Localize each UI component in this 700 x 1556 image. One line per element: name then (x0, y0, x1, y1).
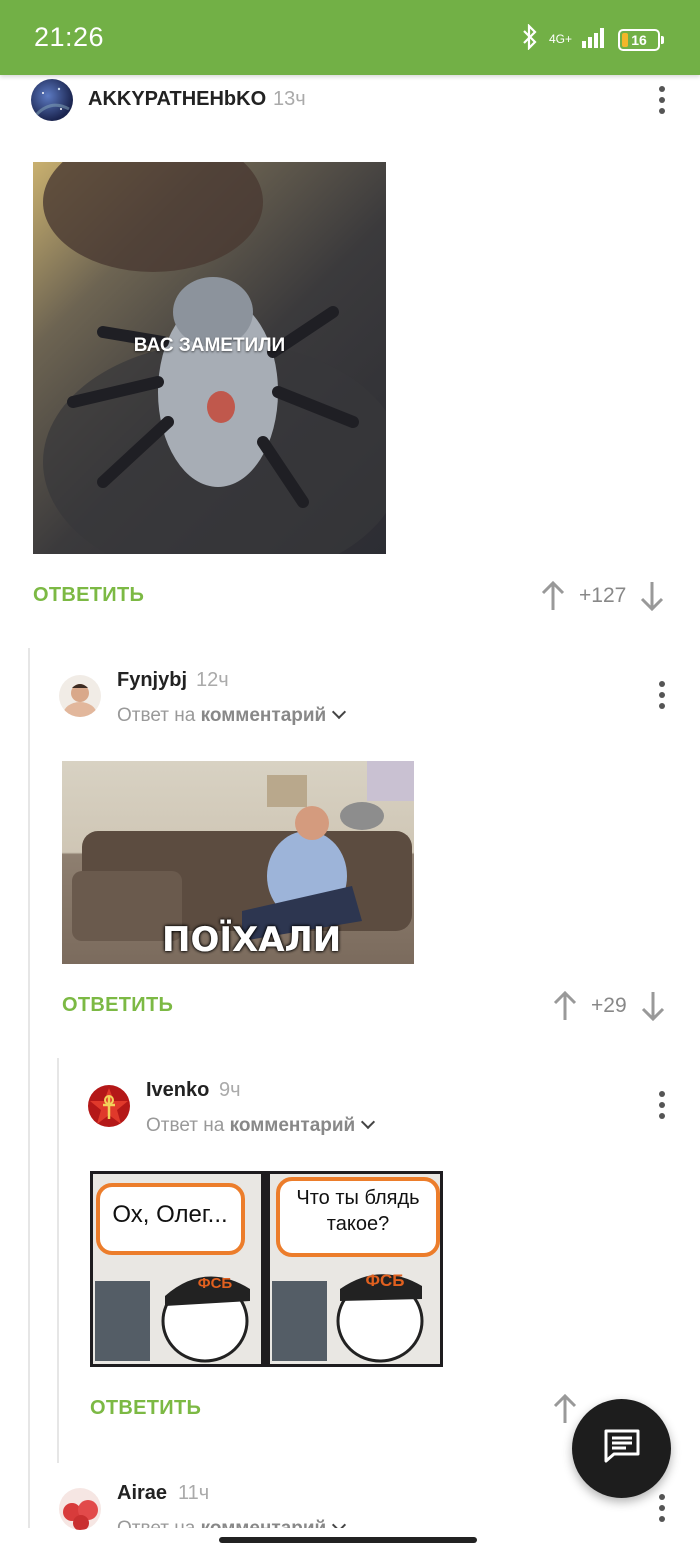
reply-to-clip: Ответ на комментарий (117, 1518, 397, 1528)
home-indicator[interactable] (219, 1537, 477, 1543)
comment-time: 13ч (273, 88, 306, 110)
meme-right-text: Что ты блядь такое? (296, 1187, 420, 1235)
arrow-up-icon[interactable] (541, 581, 565, 611)
status-icons: 4G+ 16 (521, 23, 664, 55)
vote-controls: +127 (541, 581, 664, 611)
signal-icon (582, 26, 608, 53)
reply-to-target: комментарий (229, 1115, 356, 1136)
network-type: 4G+ (548, 32, 572, 46)
reply-to-prefix: Ответ на (146, 1115, 225, 1136)
bluetooth-icon (521, 23, 539, 55)
battery-level: 16 (631, 31, 647, 48)
author-name[interactable]: AKKYPATHEHbKO (88, 88, 266, 111)
more-vertical-icon[interactable] (657, 86, 667, 114)
thread-line (57, 1058, 59, 1463)
new-comment-button[interactable] (572, 1399, 671, 1498)
chevron-down-icon (332, 704, 347, 720)
avatar[interactable] (88, 1085, 130, 1127)
arrow-down-icon[interactable] (640, 581, 664, 611)
comment-time: 11ч (178, 1482, 210, 1504)
author-name[interactable]: Airae (117, 1482, 167, 1505)
comment-image[interactable]: ПОЇХАЛИ (62, 761, 414, 964)
meme-left-text: Ох, Олег... (112, 1201, 228, 1228)
comment-image[interactable]: ВАС ЗАМЕТИЛИ (33, 162, 386, 554)
image-caption: ПОЇХАЛИ (162, 920, 342, 960)
reply-to-target: комментарий (201, 1518, 327, 1528)
cap-text-left: ФСБ (197, 1275, 233, 1292)
reply-to-target: комментарий (200, 705, 327, 726)
vote-controls (553, 1394, 577, 1424)
avatar[interactable] (59, 1488, 101, 1530)
reply-button[interactable]: ОТВЕТИТЬ (33, 584, 144, 607)
comment-icon (603, 1428, 641, 1469)
status-bar: 21:26 4G+ 16 (0, 0, 700, 75)
chevron-down-icon (332, 1518, 347, 1528)
arrow-up-icon[interactable] (553, 1394, 577, 1424)
arrow-up-icon[interactable] (553, 991, 577, 1021)
avatar[interactable] (31, 79, 73, 121)
more-vertical-icon[interactable] (657, 1494, 667, 1522)
author-name[interactable]: Ivenko (146, 1079, 209, 1102)
comment-time: 12ч (196, 669, 229, 691)
chevron-down-icon (361, 1114, 376, 1130)
arrow-down-icon[interactable] (641, 991, 665, 1021)
more-vertical-icon[interactable] (657, 1091, 667, 1119)
vote-count: +29 (591, 994, 627, 1017)
image-caption: ВАС ЗАМЕТИЛИ (133, 335, 286, 356)
vote-count: +127 (579, 584, 627, 607)
avatar[interactable] (59, 675, 101, 717)
reply-to-prefix: Ответ на (117, 705, 196, 726)
reply-to-link[interactable]: Ответ на комментарий (117, 1518, 347, 1528)
reply-to-link[interactable]: Ответ на комментарий (146, 1114, 376, 1137)
cap-text-right: ФСБ (365, 1271, 405, 1290)
author-name[interactable]: Fynjybj (117, 669, 187, 692)
status-time: 21:26 (34, 22, 105, 52)
battery-icon: 16 (618, 28, 664, 51)
reply-to-prefix: Ответ на (117, 1518, 195, 1528)
comment-image[interactable]: Ох, Олег... Что ты блядь такое? ФСБ ФСБ (90, 1171, 443, 1367)
reply-to-link[interactable]: Ответ на комментарий (117, 704, 347, 727)
comment-time: 9ч (219, 1079, 241, 1101)
more-vertical-icon[interactable] (657, 681, 667, 709)
reply-button[interactable]: ОТВЕТИТЬ (90, 1397, 201, 1420)
reply-button[interactable]: ОТВЕТИТЬ (62, 994, 173, 1017)
vote-controls: +29 (553, 991, 665, 1021)
thread-line (28, 648, 30, 1528)
